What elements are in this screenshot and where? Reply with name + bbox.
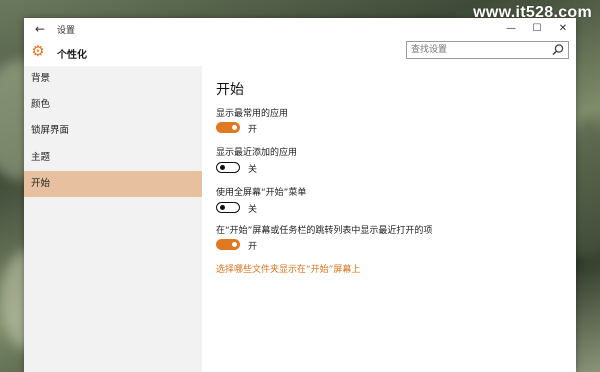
window-title: 设置: [57, 26, 76, 36]
toggle-recently-added[interactable]: [216, 162, 240, 173]
toggle-state-label: 开: [248, 242, 258, 252]
toggle-state-label: 关: [248, 165, 258, 175]
sidebar-item-label: 锁屏界面: [31, 125, 70, 136]
toggle-most-used[interactable]: [216, 122, 240, 133]
back-button[interactable]: ←: [30, 21, 50, 37]
search-input[interactable]: [407, 42, 547, 58]
sidebar-item-colors[interactable]: 颜色: [24, 92, 202, 118]
toggle-knob: [232, 125, 237, 130]
minimize-button[interactable]: —: [500, 20, 522, 38]
section-title: 个性化: [57, 50, 87, 61]
page-title: 开始: [216, 82, 244, 98]
page-header: ⚙ 个性化: [24, 40, 576, 66]
setting-label-recent-items: 在“开始”屏幕或任务栏的跳转列表中显示最近打开的项: [216, 226, 433, 236]
toggle-knob: [232, 242, 237, 247]
settings-window: ← 设置 — ☐ ✕ ⚙ 个性化 背景 颜色 锁屏界面 主题 开始: [24, 18, 576, 372]
sidebar: 背景 颜色 锁屏界面 主题 开始: [24, 66, 202, 372]
setting-label-full-screen: 使用全屏幕“开始”菜单: [216, 188, 307, 198]
watermark: www.it528.com: [473, 4, 592, 21]
toggle-knob: [220, 164, 225, 170]
sidebar-item-start[interactable]: 开始: [24, 171, 202, 197]
choose-folders-link[interactable]: 选择哪些文件夹显示在“开始”屏幕上: [216, 262, 360, 275]
close-button[interactable]: ✕: [552, 20, 574, 38]
sidebar-item-label: 颜色: [31, 99, 51, 110]
search-icon[interactable]: [551, 43, 565, 57]
search-box[interactable]: [406, 41, 569, 59]
setting-label-most-used: 显示最常用的应用: [216, 109, 289, 119]
sidebar-item-label: 开始: [31, 178, 51, 189]
toggle-state-label: 开: [248, 125, 258, 135]
sidebar-item-background[interactable]: 背景: [24, 66, 202, 92]
toggle-state-label: 关: [248, 205, 258, 215]
gear-icon: ⚙: [31, 42, 45, 60]
toggle-full-screen[interactable]: [216, 202, 240, 213]
sidebar-item-label: 主题: [31, 152, 51, 163]
toggle-knob: [220, 204, 225, 210]
maximize-button[interactable]: ☐: [526, 20, 548, 38]
setting-label-recently-added: 显示最近添加的应用: [216, 148, 298, 158]
back-arrow-icon: ←: [34, 22, 46, 36]
sidebar-item-label: 背景: [31, 73, 51, 84]
sidebar-item-themes[interactable]: 主题: [24, 145, 202, 171]
sidebar-item-lock-screen[interactable]: 锁屏界面: [24, 118, 202, 144]
main-content: 开始 显示最常用的应用 开 显示最近添加的应用 关 使用全屏幕“开始”菜单 关 …: [202, 66, 576, 372]
toggle-recent-items[interactable]: [216, 239, 240, 250]
